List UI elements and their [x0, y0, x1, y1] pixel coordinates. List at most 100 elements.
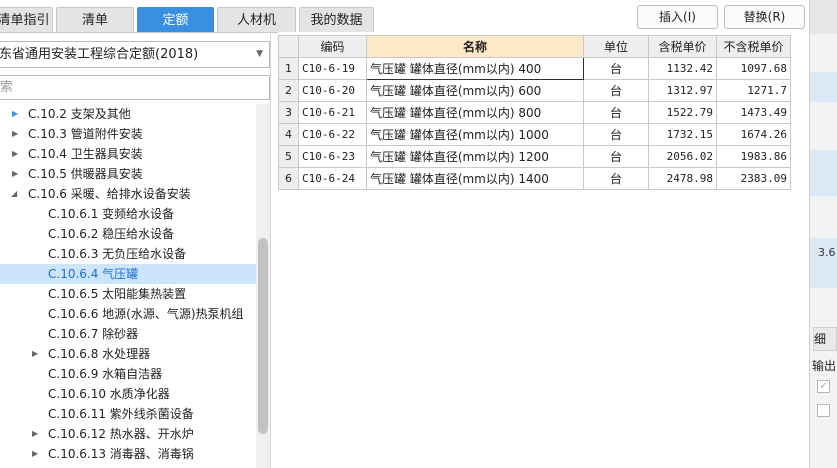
tab-quota[interactable]: 定额 [137, 7, 214, 32]
cell-unit[interactable]: 台 [583, 123, 649, 146]
cell-name[interactable]: 气压罐 罐体直径(mm以内) 1000 [366, 123, 584, 146]
tree-node[interactable]: C.10.6.10 水质净化器 [0, 384, 256, 404]
search-input[interactable]: 搜索 [0, 75, 270, 100]
cell-price-tax[interactable]: 1312.97 [648, 79, 717, 102]
cell-code[interactable]: C10-6-23 [298, 145, 367, 168]
tree-node-selected[interactable]: C.10.6.4 气压罐 [0, 264, 256, 284]
output-checkbox-checked[interactable]: ✓ [817, 380, 830, 393]
table-row[interactable]: 6 C10-6-24 气压罐 罐体直径(mm以内) 1400 台 2478.98… [278, 167, 791, 190]
tab-labor-material-machine[interactable]: 人材机 [217, 7, 296, 32]
tree-node[interactable]: ▶ C.10.5 供暖器具安装 [0, 164, 256, 184]
tab-my-data[interactable]: 我的数据 [299, 7, 374, 32]
right-panel-value: 3.6 [818, 246, 836, 259]
cell-price-notax[interactable]: 1473.49 [716, 101, 791, 124]
cell-unit[interactable]: 台 [583, 167, 649, 190]
cell-code[interactable]: C10-6-24 [298, 167, 367, 190]
quota-library-select[interactable]: 广东省通用安装工程综合定额(2018) ▼ [0, 41, 270, 68]
caret-right-icon[interactable]: ▶ [12, 164, 18, 184]
tree-node-label: C.10.6.8 水处理器 [48, 347, 151, 361]
tree-node[interactable]: C.10.6.11 紫外线杀菌设备 [0, 404, 256, 424]
cell-code[interactable]: C10-6-21 [298, 101, 367, 124]
cell-price-notax[interactable]: 1271.7 [716, 79, 791, 102]
tree-node-label: C.10.6.11 紫外线杀菌设备 [48, 407, 194, 421]
caret-right-icon[interactable]: ▶ [12, 104, 18, 124]
row-number[interactable]: 3 [278, 101, 299, 124]
tree-node-label: C.10.2 支架及其他 [28, 107, 131, 121]
tree-node-label: C.10.4 卫生器具安装 [28, 147, 143, 161]
tree-node[interactable]: C.10.6.7 除砂器 [0, 324, 256, 344]
right-panel-col-header: 输出 [812, 359, 837, 373]
cell-price-notax[interactable]: 1983.86 [716, 145, 791, 168]
col-header-name[interactable]: 名称 [366, 35, 584, 58]
caret-right-icon[interactable]: ▶ [12, 124, 18, 144]
caret-right-icon[interactable]: ▶ [32, 344, 38, 364]
cell-price-notax[interactable]: 1097.68 [716, 57, 791, 80]
col-header-code[interactable]: 编码 [298, 35, 367, 58]
table-row[interactable]: 1 C10-6-19 气压罐 罐体直径(mm以内) 400 台 1132.42 … [278, 57, 791, 80]
col-header-price-notax[interactable]: 不含税单价 [716, 35, 791, 58]
row-number[interactable]: 5 [278, 145, 299, 168]
cell-code[interactable]: C10-6-20 [298, 79, 367, 102]
cell-unit[interactable]: 台 [583, 101, 649, 124]
caret-right-icon[interactable]: ▶ [32, 444, 38, 464]
caret-right-icon[interactable]: ▶ [32, 424, 38, 444]
tree-node[interactable]: C.10.6.6 地源(水源、气源)热泵机组 [0, 304, 256, 324]
cell-name[interactable]: 气压罐 罐体直径(mm以内) 400 [366, 57, 584, 80]
corner-cell[interactable] [278, 35, 299, 58]
cell-price-notax[interactable]: 2383.09 [716, 167, 791, 190]
cell-code[interactable]: C10-6-19 [298, 57, 367, 80]
tree-node[interactable]: ◢ C.10.6 采暖、给排水设备安装 [0, 184, 256, 204]
cell-price-tax[interactable]: 1132.42 [648, 57, 717, 80]
row-number[interactable]: 1 [278, 57, 299, 80]
tree-node[interactable]: ▶ C.10.6.13 消毒器、消毒锅 [0, 444, 256, 464]
caret-down-icon[interactable]: ◢ [11, 184, 17, 204]
row-number[interactable]: 2 [278, 79, 299, 102]
tree-node[interactable]: C.10.6.5 太阳能集热装置 [0, 284, 256, 304]
cell-code[interactable]: C10-6-22 [298, 123, 367, 146]
tree-node[interactable]: ▶ C.10.6.8 水处理器 [0, 344, 256, 364]
tab-list-guide[interactable]: 清单指引 [0, 7, 53, 32]
tree-node[interactable]: ▶ C.10.2 支架及其他 [0, 104, 256, 124]
cell-price-notax[interactable]: 1674.26 [716, 123, 791, 146]
tab-list[interactable]: 清单 [56, 7, 134, 32]
cell-price-tax[interactable]: 2478.98 [648, 167, 717, 190]
col-header-price-tax[interactable]: 含税单价 [648, 35, 717, 58]
tab-label: 我的数据 [310, 13, 363, 28]
row-number[interactable]: 6 [278, 167, 299, 190]
tree-node[interactable]: C.10.6.1 变频给水设备 [0, 204, 256, 224]
output-checkbox[interactable] [817, 404, 830, 417]
table-row[interactable]: 5 C10-6-23 气压罐 罐体直径(mm以内) 1200 台 2056.02… [278, 145, 791, 168]
table-row[interactable]: 2 C10-6-20 气压罐 罐体直径(mm以内) 600 台 1312.97 … [278, 79, 791, 102]
cell-unit[interactable]: 台 [583, 79, 649, 102]
tree-node[interactable]: ▶ C.10.6.12 热水器、开水炉 [0, 424, 256, 444]
cell-name[interactable]: 气压罐 罐体直径(mm以内) 1200 [366, 145, 584, 168]
cell-name[interactable]: 气压罐 罐体直径(mm以内) 1400 [366, 167, 584, 190]
right-panel-highlight [810, 150, 837, 196]
replace-button[interactable]: 替换(R) [724, 5, 805, 29]
row-number[interactable]: 4 [278, 123, 299, 146]
cell-price-tax[interactable]: 2056.02 [648, 145, 717, 168]
tree-node-label: C.10.6.5 太阳能集热装置 [48, 287, 187, 301]
table-row[interactable]: 3 C10-6-21 气压罐 罐体直径(mm以内) 800 台 1522.79 … [278, 101, 791, 124]
col-header-unit[interactable]: 单位 [583, 35, 649, 58]
insert-button[interactable]: 插入(I) [637, 5, 718, 29]
tree-node[interactable]: ▶ C.10.4 卫生器具安装 [0, 144, 256, 164]
tree-node[interactable]: C.10.6.9 水箱自洁器 [0, 364, 256, 384]
cell-unit[interactable]: 台 [583, 145, 649, 168]
right-panel-tab[interactable]: 细 [813, 327, 837, 351]
tree-node[interactable]: C.10.6.2 稳压给水设备 [0, 224, 256, 244]
cell-name[interactable]: 气压罐 罐体直径(mm以内) 600 [366, 79, 584, 102]
tree-node[interactable]: ▶ C.10.3 管道附件安装 [0, 124, 256, 144]
quota-tree: ▶ C.10.2 支架及其他 ▶ C.10.3 管道附件安装 ▶ C.10.4 … [0, 104, 256, 468]
cell-name[interactable]: 气压罐 罐体直径(mm以内) 800 [366, 101, 584, 124]
tab-bar: 清单指引 清单 定额 人材机 我的数据 [0, 0, 380, 34]
cell-price-tax[interactable]: 1522.79 [648, 101, 717, 124]
cell-price-tax[interactable]: 1732.15 [648, 123, 717, 146]
chevron-down-icon[interactable]: ▼ [256, 42, 263, 67]
tree-node[interactable]: C.10.6.3 无负压给水设备 [0, 244, 256, 264]
cell-unit[interactable]: 台 [583, 57, 649, 80]
tree-scrollbar-thumb[interactable] [258, 238, 268, 434]
table-row[interactable]: 4 C10-6-22 气压罐 罐体直径(mm以内) 1000 台 1732.15… [278, 123, 791, 146]
caret-right-icon[interactable]: ▶ [12, 144, 18, 164]
panel-divider[interactable] [270, 34, 271, 468]
